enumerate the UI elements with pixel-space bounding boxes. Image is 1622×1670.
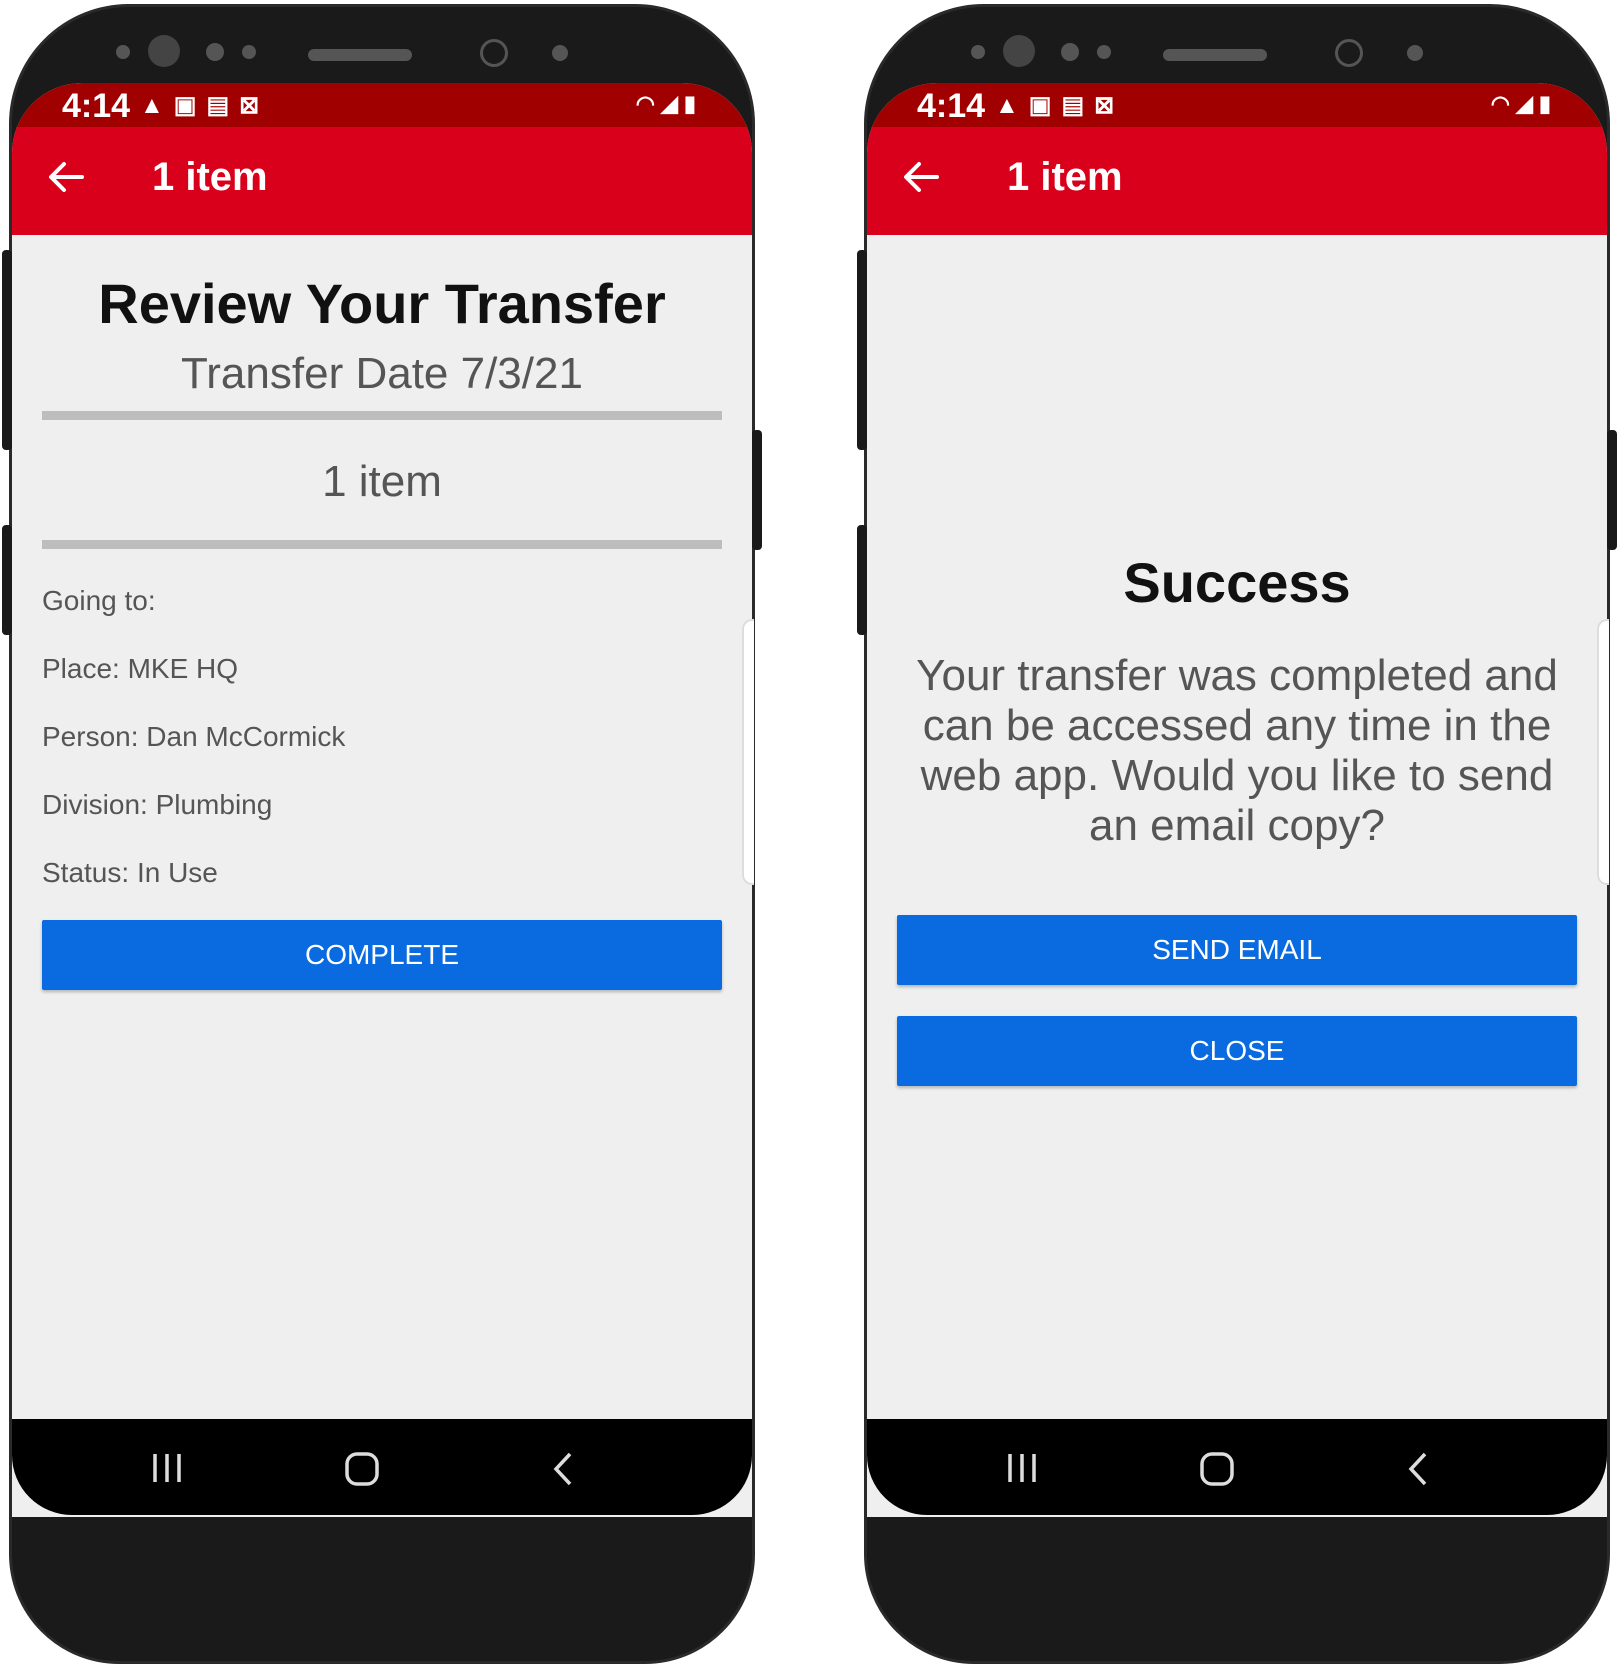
status-time: 4:14 bbox=[62, 87, 131, 125]
signal-icon: ◢ bbox=[660, 91, 684, 116]
right-phone: 4:14 ▲▣▤⊠ ◠◢▮ 1 item Success Your transf… bbox=[864, 4, 1610, 1664]
home-icon[interactable] bbox=[1199, 1451, 1235, 1487]
app-bar: 1 item bbox=[12, 127, 752, 235]
bixby-button bbox=[2, 525, 12, 635]
sensor-dot bbox=[242, 45, 256, 59]
sensor-dot bbox=[206, 43, 224, 61]
transfer-date: Transfer Date 7/3/21 bbox=[181, 349, 583, 398]
division-detail: Division: Plumbing bbox=[42, 789, 273, 820]
sensor-dot bbox=[1061, 43, 1079, 61]
send-email-button[interactable]: SEND EMAIL bbox=[897, 915, 1577, 985]
status-bar: 4:14 ▲▣▤⊠ ◠◢▮ bbox=[867, 83, 1607, 127]
recent-apps-icon[interactable] bbox=[150, 1451, 184, 1485]
image-icon: ▤ bbox=[206, 92, 240, 119]
success-content: Success Your transfer was completed and … bbox=[867, 235, 1607, 1517]
status-notification-icons: ▲▣▤⊠ bbox=[995, 91, 1124, 120]
volume-button bbox=[2, 250, 12, 450]
back-arrow-icon[interactable] bbox=[46, 157, 86, 197]
app-bar-title: 1 item bbox=[1007, 155, 1123, 199]
sensor-dot bbox=[1097, 45, 1111, 59]
app-bar: 1 item bbox=[867, 127, 1607, 235]
wifi-icon: ◠ bbox=[635, 91, 661, 116]
warning-icon: ▲ bbox=[995, 92, 1029, 119]
success-title: Success bbox=[1123, 551, 1351, 614]
system-nav-bar bbox=[12, 1419, 752, 1515]
warning-icon: ▲ bbox=[140, 92, 174, 119]
status-system-icons: ◠◢▮ bbox=[636, 91, 702, 117]
volume-button bbox=[857, 250, 867, 450]
divider bbox=[42, 411, 722, 420]
front-camera bbox=[1003, 35, 1035, 67]
status-system-icons: ◠◢▮ bbox=[1491, 91, 1557, 117]
proximity-sensor bbox=[480, 39, 508, 67]
right-screen: 4:14 ▲▣▤⊠ ◠◢▮ 1 item Success Your transf… bbox=[867, 83, 1607, 1517]
back-icon[interactable] bbox=[548, 1451, 578, 1487]
earpiece bbox=[1163, 49, 1267, 61]
review-content: Review Your Transfer Transfer Date 7/3/2… bbox=[12, 235, 752, 1517]
place-detail: Place: MKE HQ bbox=[42, 653, 239, 684]
image-icon: ▤ bbox=[1061, 92, 1095, 119]
sensor-dot bbox=[971, 45, 985, 59]
front-camera bbox=[148, 35, 180, 67]
app-bar-title: 1 item bbox=[152, 155, 268, 199]
left-screen: 4:14 ▲▣▤⊠ ◠◢▮ 1 item Review Your Transfe… bbox=[12, 83, 752, 1517]
back-arrow-icon[interactable] bbox=[901, 157, 941, 197]
edge-panel-handle[interactable] bbox=[742, 619, 754, 885]
edge-panel-handle[interactable] bbox=[1597, 619, 1609, 885]
power-button bbox=[1607, 430, 1617, 550]
status-time: 4:14 bbox=[917, 87, 986, 125]
earpiece bbox=[308, 49, 412, 61]
home-icon[interactable] bbox=[344, 1451, 380, 1487]
status-notification-icons: ▲▣▤⊠ bbox=[140, 91, 269, 120]
complete-button[interactable]: COMPLETE bbox=[42, 920, 722, 990]
wifi-icon: ◠ bbox=[1490, 91, 1516, 116]
person-detail: Person: Dan McCormick bbox=[42, 721, 346, 752]
going-to-label: Going to: bbox=[42, 585, 156, 616]
close-box-icon: ⊠ bbox=[239, 92, 270, 119]
sensor-dot bbox=[116, 45, 130, 59]
battery-icon: ▮ bbox=[683, 91, 702, 116]
success-message: Your transfer was completed and can be a… bbox=[916, 651, 1558, 850]
system-nav-bar bbox=[867, 1419, 1607, 1515]
left-phone: 4:14 ▲▣▤⊠ ◠◢▮ 1 item Review Your Transfe… bbox=[9, 4, 755, 1664]
status-bar: 4:14 ▲▣▤⊠ ◠◢▮ bbox=[12, 83, 752, 127]
signal-icon: ◢ bbox=[1515, 91, 1539, 116]
close-button[interactable]: CLOSE bbox=[897, 1016, 1577, 1086]
bixby-button bbox=[857, 525, 867, 635]
power-button bbox=[752, 430, 762, 550]
battery-icon: ▮ bbox=[1538, 91, 1557, 116]
page-title: Review Your Transfer bbox=[98, 272, 666, 335]
back-icon[interactable] bbox=[1403, 1451, 1433, 1487]
status-detail: Status: In Use bbox=[42, 857, 218, 888]
outlook-icon: ▣ bbox=[1028, 92, 1062, 119]
close-box-icon: ⊠ bbox=[1094, 92, 1125, 119]
items-count: 1 item bbox=[322, 457, 442, 506]
divider bbox=[42, 540, 722, 549]
proximity-sensor bbox=[1335, 39, 1363, 67]
sensor-dot bbox=[1407, 45, 1423, 61]
sensor-dot bbox=[552, 45, 568, 61]
recent-apps-icon[interactable] bbox=[1005, 1451, 1039, 1485]
outlook-icon: ▣ bbox=[173, 92, 207, 119]
